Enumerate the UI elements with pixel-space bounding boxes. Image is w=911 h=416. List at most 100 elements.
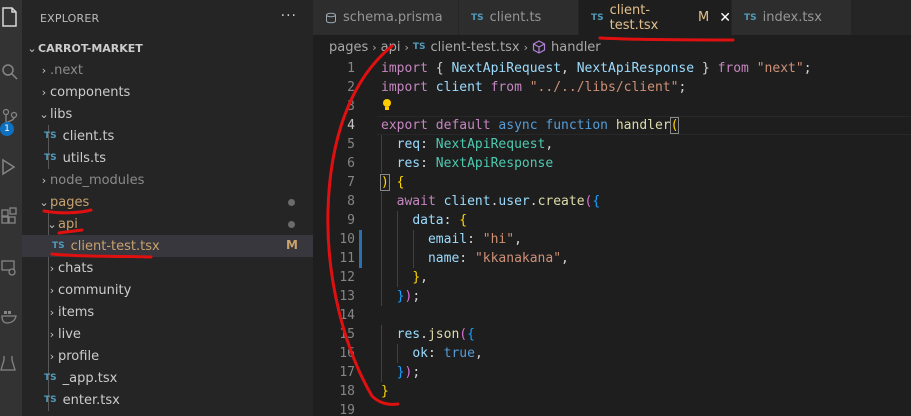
more-actions-button[interactable]: ··· bbox=[281, 8, 297, 24]
line-number: 15 bbox=[339, 327, 355, 342]
breadcrumb-symbol[interactable]: handler bbox=[551, 40, 601, 55]
code-line: export default async function handler( bbox=[381, 117, 680, 134]
tree-label: _app.tsx bbox=[62, 370, 118, 386]
code-line: import { NextApiRequest, NextApiResponse… bbox=[381, 61, 812, 76]
tree-folder-next[interactable]: › .next bbox=[22, 59, 313, 81]
tree-label: pages bbox=[50, 194, 90, 210]
code-line: req: NextApiRequest, bbox=[396, 137, 554, 152]
explorer-sidebar: EXPLORER ··· ⌄ CARROT-MARKET › .next › c… bbox=[22, 0, 313, 416]
database-icon bbox=[325, 12, 337, 24]
tree-label: api bbox=[58, 216, 78, 232]
code-line: ) { bbox=[380, 174, 405, 191]
remote-explorer-icon[interactable] bbox=[0, 252, 22, 282]
tree-folder-components[interactable]: › components bbox=[22, 81, 313, 103]
typescript-icon: TS bbox=[52, 241, 65, 251]
tab-client-ts[interactable]: TS client.ts bbox=[459, 0, 579, 35]
modified-dot-icon bbox=[288, 221, 295, 228]
code-line: }); bbox=[396, 365, 421, 380]
code-line: name: "kkanakana", bbox=[427, 251, 569, 266]
line-number: 18 bbox=[339, 384, 355, 399]
line-number: 4 bbox=[347, 118, 355, 133]
tree-label: enter.tsx bbox=[62, 392, 120, 408]
chevron-right-icon: › bbox=[523, 40, 528, 54]
modified-dot-icon bbox=[288, 199, 295, 206]
code-line: res: NextApiResponse bbox=[396, 156, 554, 171]
source-control-badge: 1 bbox=[0, 122, 14, 136]
lightbulb-icon[interactable] bbox=[381, 97, 393, 116]
tree-folder-items[interactable]: › items bbox=[22, 301, 313, 323]
tree-label: client-test.tsx bbox=[70, 238, 160, 254]
chevron-right-icon: › bbox=[49, 327, 55, 341]
close-icon[interactable]: ✕ bbox=[719, 10, 731, 26]
tree-file-app-tsx[interactable]: TS _app.tsx bbox=[22, 367, 313, 389]
typescript-icon: TS bbox=[591, 12, 604, 23]
tree-folder-chats[interactable]: › chats bbox=[22, 257, 313, 279]
run-debug-icon[interactable] bbox=[0, 152, 22, 182]
tab-schema-prisma[interactable]: schema.prisma bbox=[313, 0, 459, 35]
chevron-right-icon: › bbox=[41, 173, 47, 187]
tree-file-client-ts[interactable]: TS client.ts bbox=[22, 125, 313, 147]
line-number: 10 bbox=[339, 232, 355, 247]
breadcrumb: pages › api › TS client-test.tsx › handl… bbox=[313, 35, 911, 59]
code-editor[interactable]: 1 import { NextApiRequest, NextApiRespons… bbox=[313, 59, 911, 416]
typescript-icon: TS bbox=[44, 131, 57, 141]
tree-folder-node-modules[interactable]: › node_modules bbox=[22, 169, 313, 191]
tree-file-utils-ts[interactable]: TS utils.ts bbox=[22, 147, 313, 169]
chevron-right-icon: › bbox=[49, 349, 55, 363]
tree-label: node_modules bbox=[50, 172, 145, 188]
tab-client-test-tsx[interactable]: TS client-test.tsx M ✕ bbox=[579, 0, 732, 35]
docker-icon[interactable] bbox=[0, 300, 22, 330]
line-number: 14 bbox=[339, 308, 355, 323]
tree-folder-community[interactable]: › community bbox=[22, 279, 313, 301]
tab-label: index.tsx bbox=[762, 10, 822, 25]
tree-folder-profile[interactable]: › profile bbox=[22, 345, 313, 367]
breadcrumb-api[interactable]: api bbox=[381, 40, 401, 55]
search-icon[interactable] bbox=[0, 56, 22, 86]
chevron-right-icon: › bbox=[49, 261, 55, 275]
tab-index-tsx[interactable]: TS index.tsx bbox=[732, 0, 852, 35]
modified-indicator: M bbox=[698, 10, 710, 25]
line-number: 11 bbox=[339, 251, 355, 266]
tree-file-client-test-tsx[interactable]: TS client-test.tsx M bbox=[22, 235, 313, 257]
line-number: 16 bbox=[339, 346, 355, 361]
tree-label: utils.ts bbox=[62, 150, 106, 166]
chevron-right-icon: › bbox=[49, 283, 55, 297]
line-number: 3 bbox=[347, 99, 355, 114]
editor-tabs: schema.prisma TS client.ts TS client-tes… bbox=[313, 0, 911, 35]
breadcrumb-file[interactable]: client-test.tsx bbox=[431, 40, 520, 55]
tree-label: items bbox=[58, 304, 95, 320]
tree-label: profile bbox=[58, 348, 100, 364]
breadcrumb-pages[interactable]: pages bbox=[329, 40, 368, 55]
code-line: }); bbox=[396, 289, 421, 304]
tree-folder-live[interactable]: › live bbox=[22, 323, 313, 345]
tree-label: libs bbox=[50, 106, 73, 122]
testing-icon[interactable] bbox=[0, 348, 22, 378]
tree-label: .next bbox=[50, 62, 83, 78]
tree-folder-pages[interactable]: ⌄ pages bbox=[22, 191, 313, 213]
typescript-icon: TS bbox=[412, 42, 426, 52]
tree-label: client.ts bbox=[62, 128, 115, 144]
typescript-icon: TS bbox=[744, 12, 757, 23]
tab-label: client.ts bbox=[489, 10, 542, 25]
line-number: 12 bbox=[339, 270, 355, 285]
function-icon bbox=[532, 40, 546, 54]
explorer-root[interactable]: ⌄ CARROT-MARKET bbox=[22, 37, 313, 59]
tree-label: components bbox=[50, 84, 131, 100]
code-line: } bbox=[381, 384, 389, 399]
code-line: ok: true, bbox=[412, 346, 483, 361]
chevron-right-icon: › bbox=[49, 305, 55, 319]
line-number: 8 bbox=[347, 194, 355, 209]
extensions-icon[interactable] bbox=[0, 200, 22, 230]
files-icon[interactable] bbox=[0, 2, 22, 32]
root-folder-label: CARROT-MARKET bbox=[38, 41, 143, 55]
tab-label: client-test.tsx bbox=[609, 2, 659, 33]
tree-file-enter-tsx[interactable]: TS enter.tsx bbox=[22, 389, 313, 411]
chevron-down-icon: ⌄ bbox=[39, 195, 49, 209]
line-number: 9 bbox=[347, 213, 355, 228]
tree-label: live bbox=[58, 326, 81, 342]
chevron-right-icon: › bbox=[41, 63, 47, 77]
line-number: 2 bbox=[347, 80, 355, 95]
tree-folder-api[interactable]: ⌄ api bbox=[22, 213, 313, 235]
activity-bar: 1 bbox=[0, 0, 22, 416]
tree-folder-libs[interactable]: ⌄ libs bbox=[22, 103, 313, 125]
